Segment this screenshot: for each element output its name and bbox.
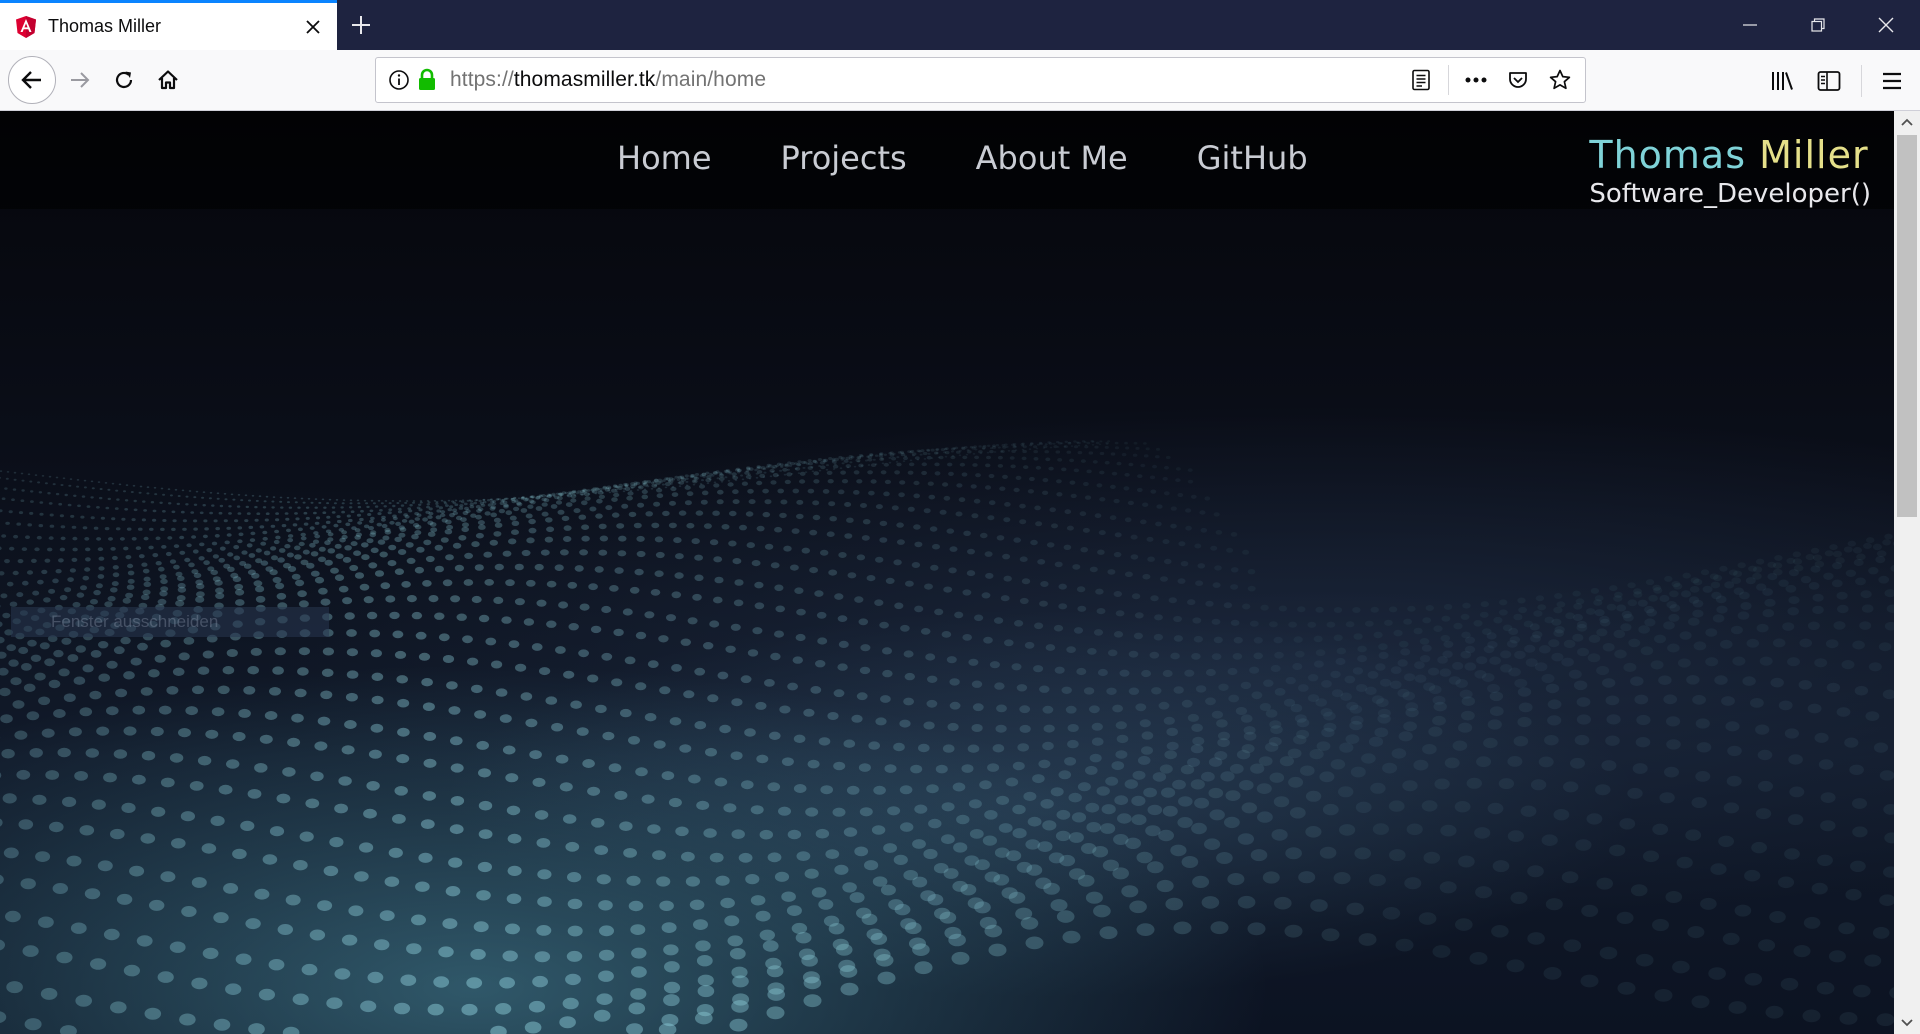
reload-icon bbox=[115, 71, 133, 89]
close-window-button[interactable] bbox=[1852, 0, 1920, 50]
background-wave-pattern bbox=[0, 439, 1894, 1034]
library-button[interactable] bbox=[1761, 59, 1805, 103]
back-button[interactable] bbox=[8, 56, 56, 104]
forward-arrow-icon bbox=[71, 72, 90, 88]
forward-button[interactable] bbox=[58, 58, 102, 102]
sidebar-icon bbox=[1817, 70, 1841, 91]
new-tab-button[interactable] bbox=[337, 0, 385, 50]
reader-view-button[interactable] bbox=[1400, 59, 1442, 101]
lock-icon[interactable] bbox=[416, 68, 438, 92]
page-content: Home Projects About Me GitHub Thomas Mil… bbox=[0, 111, 1894, 1034]
window-controls bbox=[1716, 0, 1920, 50]
menu-button[interactable] bbox=[1870, 59, 1914, 103]
hamburger-menu-icon bbox=[1883, 72, 1901, 89]
info-icon[interactable] bbox=[388, 69, 410, 91]
url-path: /main/home bbox=[655, 68, 767, 91]
ellipsis-icon bbox=[1465, 77, 1487, 83]
minimize-button[interactable] bbox=[1716, 0, 1784, 50]
pocket-icon bbox=[1509, 72, 1527, 88]
chevron-up-icon bbox=[1901, 118, 1913, 126]
tab-close-button[interactable] bbox=[293, 7, 333, 47]
tab-title: Thomas Miller bbox=[48, 16, 162, 36]
minimize-icon bbox=[1743, 24, 1757, 26]
nav-link-github[interactable]: GitHub bbox=[1197, 139, 1308, 177]
close-icon bbox=[1878, 17, 1894, 33]
browser-tab[interactable]: Thomas Miller bbox=[0, 0, 337, 50]
url-bar-actions bbox=[1400, 58, 1585, 102]
reader-view-icon bbox=[1412, 69, 1430, 91]
site-nav: Home Projects About Me GitHub bbox=[617, 139, 1377, 177]
reload-button[interactable] bbox=[102, 58, 146, 102]
chevron-down-icon bbox=[1901, 1019, 1913, 1027]
brand-name: Thomas Miller bbox=[1589, 133, 1871, 177]
url-scheme: https:// bbox=[450, 68, 514, 91]
home-button[interactable] bbox=[146, 58, 190, 102]
vertical-scrollbar[interactable] bbox=[1894, 111, 1920, 1034]
restore-button[interactable] bbox=[1784, 0, 1852, 50]
ghost-overlay-bar: Fenster ausschneiden bbox=[11, 607, 329, 637]
star-icon bbox=[1549, 69, 1571, 90]
home-icon bbox=[158, 70, 178, 90]
nav-link-projects[interactable]: Projects bbox=[781, 139, 907, 177]
nav-link-about-me[interactable]: About Me bbox=[976, 139, 1128, 177]
nav-link-home[interactable]: Home bbox=[617, 139, 712, 177]
url-domain: thomasmiller.tk bbox=[513, 68, 656, 91]
url-text[interactable]: https://thomasmiller.tk/main/home bbox=[450, 68, 766, 92]
scroll-down-button[interactable] bbox=[1894, 1012, 1920, 1034]
scroll-up-button[interactable] bbox=[1894, 111, 1920, 133]
site-header: Home Projects About Me GitHub Thomas Mil… bbox=[0, 111, 1894, 209]
pocket-button[interactable] bbox=[1497, 59, 1539, 101]
url-bar-separator bbox=[1448, 65, 1449, 95]
angular-icon bbox=[16, 15, 36, 38]
site-brand[interactable]: Thomas Miller Software_Developer() bbox=[1589, 133, 1871, 209]
brand-subtitle: Software_Developer() bbox=[1589, 179, 1871, 209]
url-bar[interactable]: https://thomasmiller.tk/main/home bbox=[375, 57, 1586, 103]
page-actions-button[interactable] bbox=[1455, 59, 1497, 101]
brand-first-name: Thomas bbox=[1589, 133, 1747, 177]
toolbar-separator bbox=[1861, 64, 1862, 97]
scroll-thumb[interactable] bbox=[1897, 135, 1917, 517]
back-arrow-icon bbox=[21, 71, 41, 89]
toolbar-right bbox=[1761, 50, 1920, 111]
navigation-toolbar: https://thomasmiller.tk/main/home bbox=[0, 50, 1920, 111]
library-icon bbox=[1772, 71, 1793, 90]
bookmark-button[interactable] bbox=[1539, 59, 1581, 101]
close-icon bbox=[306, 19, 320, 34]
plus-icon bbox=[352, 16, 370, 34]
brand-last-name: Miller bbox=[1759, 133, 1869, 177]
sidebar-button[interactable] bbox=[1807, 59, 1851, 103]
tab-bar: Thomas Miller bbox=[0, 0, 1920, 50]
restore-icon bbox=[1811, 18, 1825, 32]
